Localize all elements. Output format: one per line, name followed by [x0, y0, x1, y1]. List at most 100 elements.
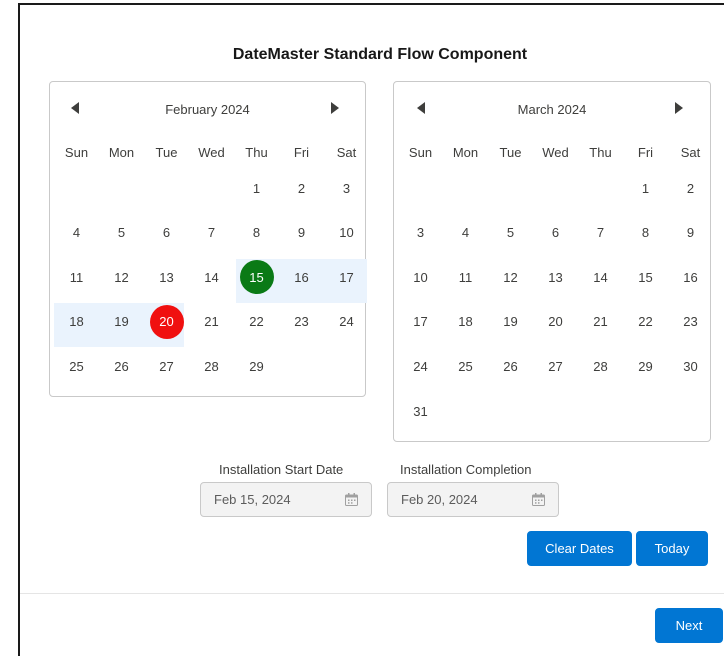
day-cell[interactable]: 14: [578, 259, 623, 295]
day-cell[interactable]: 7: [189, 215, 234, 251]
empty-day-cell: [279, 348, 324, 384]
day-cell[interactable]: 12: [99, 259, 144, 295]
weekday-header: Sun Mon Tue Wed Thu Fri Sat: [398, 134, 706, 170]
weekday-label: Mon: [108, 144, 135, 160]
day-cell[interactable]: 28: [578, 348, 623, 384]
end-date-label: Installation Completion: [400, 462, 532, 477]
empty-day-cell: [54, 170, 99, 206]
day-cell[interactable]: 8: [234, 215, 279, 251]
day-cell[interactable]: 24: [324, 304, 369, 340]
day-cell[interactable]: 21: [189, 304, 234, 340]
empty-day-cell: [443, 393, 488, 429]
day-cell[interactable]: 30: [668, 348, 713, 384]
day-cell[interactable]: 7: [578, 215, 623, 251]
day-cell[interactable]: 15: [234, 259, 279, 295]
empty-day-cell: [668, 393, 713, 429]
day-cell[interactable]: 16: [668, 259, 713, 295]
day-cell[interactable]: 29: [234, 348, 279, 384]
empty-day-cell: [533, 393, 578, 429]
day-cell[interactable]: 14: [189, 259, 234, 295]
day-cell[interactable]: 26: [488, 348, 533, 384]
week-row: 123: [54, 170, 361, 206]
day-cell[interactable]: 9: [279, 215, 324, 251]
day-cell[interactable]: 8: [623, 215, 668, 251]
day-cell[interactable]: 18: [443, 304, 488, 340]
start-date-field[interactable]: Feb 15, 2024: [200, 482, 372, 517]
day-cell[interactable]: 19: [99, 304, 144, 340]
day-cell[interactable]: 10: [398, 259, 443, 295]
next-month-icon[interactable]: [330, 102, 344, 116]
day-cell[interactable]: 15: [623, 259, 668, 295]
week-row: 18 19 20 21 22 23 24: [54, 304, 361, 340]
day-cell[interactable]: 17: [324, 259, 369, 295]
empty-day-cell: [578, 393, 623, 429]
day-cell[interactable]: 28: [189, 348, 234, 384]
day-cell[interactable]: 20: [144, 304, 189, 340]
calendar-header: February 2024: [50, 82, 365, 134]
day-cell[interactable]: 4: [443, 215, 488, 251]
day-cell[interactable]: 5: [488, 215, 533, 251]
day-cell[interactable]: 10: [324, 215, 369, 251]
day-cell[interactable]: 22: [234, 304, 279, 340]
empty-day-cell: [533, 170, 578, 206]
selected-end-day[interactable]: 20: [149, 304, 184, 339]
day-cell[interactable]: 27: [533, 348, 578, 384]
day-cell[interactable]: 24: [398, 348, 443, 384]
empty-day-cell: [144, 170, 189, 206]
weekday-label: Fri: [293, 144, 310, 160]
next-month-icon[interactable]: [674, 102, 688, 116]
day-cell[interactable]: 6: [144, 215, 189, 251]
day-cell[interactable]: 27: [144, 348, 189, 384]
footer-divider: [20, 593, 724, 594]
calendar-icon[interactable]: [532, 493, 545, 509]
day-cell[interactable]: 31: [398, 393, 443, 429]
day-cell[interactable]: 16: [279, 259, 324, 295]
day-cell[interactable]: 2: [668, 170, 713, 206]
empty-day-cell: [189, 170, 234, 206]
day-cell[interactable]: 11: [54, 259, 99, 295]
day-cell[interactable]: 11: [443, 259, 488, 295]
day-cell[interactable]: 23: [279, 304, 324, 340]
day-cell[interactable]: 4: [54, 215, 99, 251]
day-cell[interactable]: 25: [443, 348, 488, 384]
start-date-label: Installation Start Date: [219, 462, 344, 477]
calendar-february: February 2024 Sun Mon Tue Wed Thu Fri Sat 1 2 3 4 5…: [49, 81, 369, 397]
weekday-label: Thu: [245, 144, 268, 160]
weekday-header: Sun Mon Tue Wed Thu Fri Sat: [54, 134, 361, 170]
selected-start-day[interactable]: 15: [239, 260, 274, 295]
day-cell[interactable]: 2: [279, 170, 324, 206]
day-cell[interactable]: 5: [99, 215, 144, 251]
day-cell[interactable]: 13: [144, 259, 189, 295]
calendar-icon[interactable]: [345, 493, 358, 509]
day-cell[interactable]: 17: [398, 304, 443, 340]
day-cell[interactable]: 22: [623, 304, 668, 340]
day-cell[interactable]: 6: [533, 215, 578, 251]
day-cell[interactable]: 9: [668, 215, 713, 251]
today-button[interactable]: Today: [636, 531, 708, 566]
day-cell[interactable]: 26: [99, 348, 144, 384]
day-cell[interactable]: 19: [488, 304, 533, 340]
day-cell[interactable]: 3: [398, 215, 443, 251]
week-row: 24 25 26 27 28 29 30: [398, 348, 706, 384]
day-cell[interactable]: 29: [623, 348, 668, 384]
day-cell[interactable]: 23: [668, 304, 713, 340]
empty-day-cell: [488, 170, 533, 206]
weekday-label: Tue: [499, 144, 522, 160]
day-cell[interactable]: 12: [488, 259, 533, 295]
clear-dates-button[interactable]: Clear Dates: [527, 531, 632, 566]
day-cell[interactable]: 3: [324, 170, 369, 206]
day-cell[interactable]: 20: [533, 304, 578, 340]
next-button[interactable]: Next: [655, 608, 723, 643]
day-cell[interactable]: 1: [234, 170, 279, 206]
empty-day-cell: [488, 393, 533, 429]
day-cell[interactable]: 1: [623, 170, 668, 206]
end-date-field[interactable]: Feb 20, 2024: [387, 482, 559, 517]
empty-day-cell: [324, 348, 369, 384]
weekday-label: Thu: [589, 144, 612, 160]
empty-day-cell: [623, 393, 668, 429]
day-cell[interactable]: 13: [533, 259, 578, 295]
week-row: 25 26 27 28 29: [54, 348, 361, 384]
day-cell[interactable]: 21: [578, 304, 623, 340]
day-cell[interactable]: 18: [54, 304, 99, 340]
day-cell[interactable]: 25: [54, 348, 99, 384]
